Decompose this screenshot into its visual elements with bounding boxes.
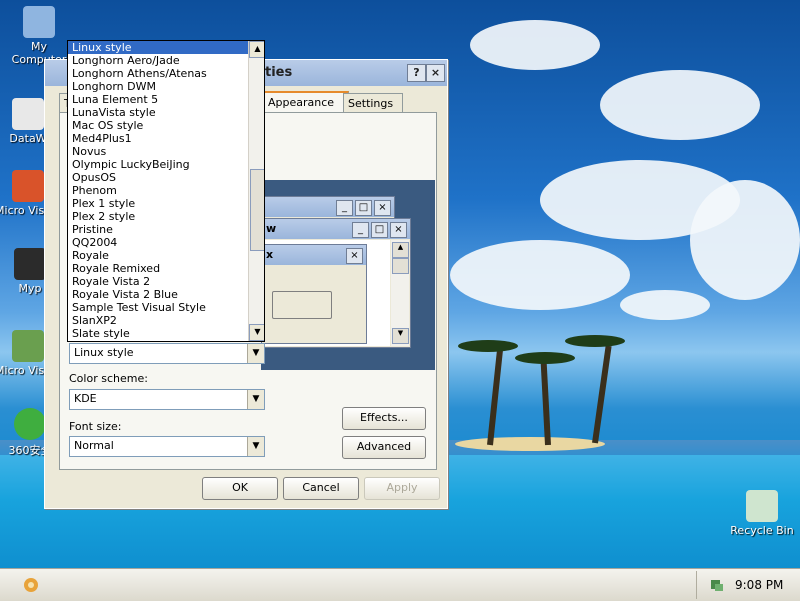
cancel-button[interactable]: Cancel	[283, 477, 359, 500]
dropdown-item[interactable]: Olympic LuckyBeiJing	[68, 158, 264, 171]
visual-icon	[12, 330, 44, 362]
scroll-thumb	[392, 258, 409, 274]
scroll-up-icon[interactable]: ▲	[249, 41, 264, 58]
font-size-label: Font size:	[69, 420, 122, 433]
chevron-down-icon[interactable]: ▼	[247, 344, 264, 363]
dropdown-item[interactable]: Luna Element 5	[68, 93, 264, 106]
appearance-preview: _ □ × w _ □ × ▲ ▼ x ×	[261, 180, 435, 370]
dropdown-items: Linux style Longhorn Aero/Jade Longhorn At…	[68, 41, 264, 340]
dropdown-item[interactable]: Pristine	[68, 223, 264, 236]
dropdown-item[interactable]: Novus	[68, 145, 264, 158]
tab-settings[interactable]: Settings	[343, 93, 403, 113]
desktop-icon-recycle-bin[interactable]: Recycle Bin	[724, 490, 800, 537]
windows-buttons-dropdown-list[interactable]: Linux style Longhorn Aero/Jade Longhorn At…	[67, 40, 265, 342]
start-button[interactable]	[20, 575, 42, 595]
start-icon	[24, 578, 38, 592]
color-scheme-select[interactable]: KDE ▼	[69, 389, 265, 410]
dialog-title: ties	[265, 65, 293, 80]
dropdown-scrollbar[interactable]: ▲ ▼	[248, 41, 264, 341]
dropdown-item[interactable]: Longhorn Athens/Atenas	[68, 67, 264, 80]
dropdown-item[interactable]: Royale Remixed	[68, 262, 264, 275]
app-icon	[14, 248, 46, 280]
maximize-icon: □	[371, 222, 388, 238]
select-value: Normal	[74, 439, 114, 452]
dropdown-item[interactable]: Plex 1 style	[68, 197, 264, 210]
minimize-icon: _	[336, 200, 353, 216]
preview-scrollbar: ▲ ▼	[391, 240, 409, 346]
system-tray: 9:08 PM	[696, 571, 800, 599]
360-security-icon	[14, 408, 46, 440]
computer-icon	[23, 6, 55, 38]
palm-trunk	[592, 345, 612, 444]
island	[455, 437, 605, 451]
network-icon[interactable]	[709, 577, 725, 593]
dropdown-item[interactable]: LunaVista style	[68, 106, 264, 119]
recycle-bin-icon	[746, 490, 778, 522]
preview-message-box: x ×	[261, 244, 367, 344]
palm-leaves	[515, 352, 575, 364]
preview-titlebar: _ □ ×	[262, 197, 394, 217]
clock: 9:08 PM	[735, 578, 784, 592]
select-value: KDE	[74, 392, 97, 405]
palm-leaves	[458, 340, 518, 352]
desktop-icon-label: DataW	[9, 132, 47, 145]
help-button[interactable]: ?	[407, 64, 426, 82]
apply-button[interactable]: Apply	[364, 477, 440, 500]
palm-trunk	[487, 350, 503, 446]
taskbar: 9:08 PM	[0, 568, 800, 601]
chevron-down-icon[interactable]: ▼	[247, 390, 264, 409]
dropdown-item[interactable]: Royale Vista 2	[68, 275, 264, 288]
palm-leaves	[565, 335, 625, 347]
effects-button[interactable]: Effects...	[342, 407, 426, 430]
dropdown-item[interactable]: Sample Test Visual Style	[68, 301, 264, 314]
scroll-down-icon: ▼	[392, 328, 409, 344]
dropdown-item[interactable]: Royale	[68, 249, 264, 262]
dropdown-item[interactable]: SlanXP2	[68, 314, 264, 327]
close-icon: ×	[346, 248, 363, 264]
preview-titlebar: x ×	[262, 245, 366, 265]
desktop-icon-my-computer[interactable]: My Computer	[3, 6, 75, 66]
scroll-down-icon[interactable]: ▼	[249, 324, 264, 341]
scroll-thumb[interactable]	[250, 169, 264, 251]
desktop-icon-label: Recycle Bin	[730, 524, 794, 537]
select-value: Linux style	[74, 346, 134, 359]
preview-titlebar: w _ □ ×	[262, 219, 410, 239]
dropdown-item[interactable]: Slate style	[68, 327, 264, 340]
preview-message-title: x	[266, 248, 274, 261]
ok-button[interactable]: OK	[202, 477, 278, 500]
minimize-icon: _	[352, 222, 369, 238]
font-size-select[interactable]: Normal ▼	[69, 436, 265, 457]
chevron-down-icon[interactable]: ▼	[247, 437, 264, 456]
preview-ok-button	[272, 291, 332, 319]
color-scheme-label: Color scheme:	[69, 372, 148, 385]
shortcut-icon	[12, 98, 44, 130]
cloud	[690, 180, 800, 300]
preview-window-title: w	[266, 222, 277, 235]
dropdown-item[interactable]: Mac OS style	[68, 119, 264, 132]
dropdown-item[interactable]: Med4Plus1	[68, 132, 264, 145]
dropdown-item[interactable]: OpusOS	[68, 171, 264, 184]
cloud	[620, 290, 710, 320]
close-icon: ×	[390, 222, 407, 238]
desktop-icon-label: Myp	[18, 282, 42, 295]
advanced-button[interactable]: Advanced	[342, 436, 426, 459]
dropdown-item[interactable]: Linux style	[68, 41, 264, 54]
cloud	[600, 70, 760, 140]
maximize-icon: □	[355, 200, 372, 216]
windows-buttons-select[interactable]: Linux style ▼	[69, 343, 265, 364]
scroll-up-icon: ▲	[392, 242, 409, 258]
close-button[interactable]: ×	[426, 64, 445, 82]
dropdown-item[interactable]: Phenom	[68, 184, 264, 197]
palm-trunk	[540, 359, 551, 446]
close-icon: ×	[374, 200, 391, 216]
dropdown-item[interactable]: Longhorn DWM	[68, 80, 264, 93]
visual-studio-icon	[12, 170, 44, 202]
cloud	[450, 240, 630, 310]
dropdown-item[interactable]: QQ2004	[68, 236, 264, 249]
dropdown-item[interactable]: Plex 2 style	[68, 210, 264, 223]
dropdown-item[interactable]: Longhorn Aero/Jade	[68, 54, 264, 67]
cloud	[470, 20, 600, 70]
dropdown-item[interactable]: Royale Vista 2 Blue	[68, 288, 264, 301]
